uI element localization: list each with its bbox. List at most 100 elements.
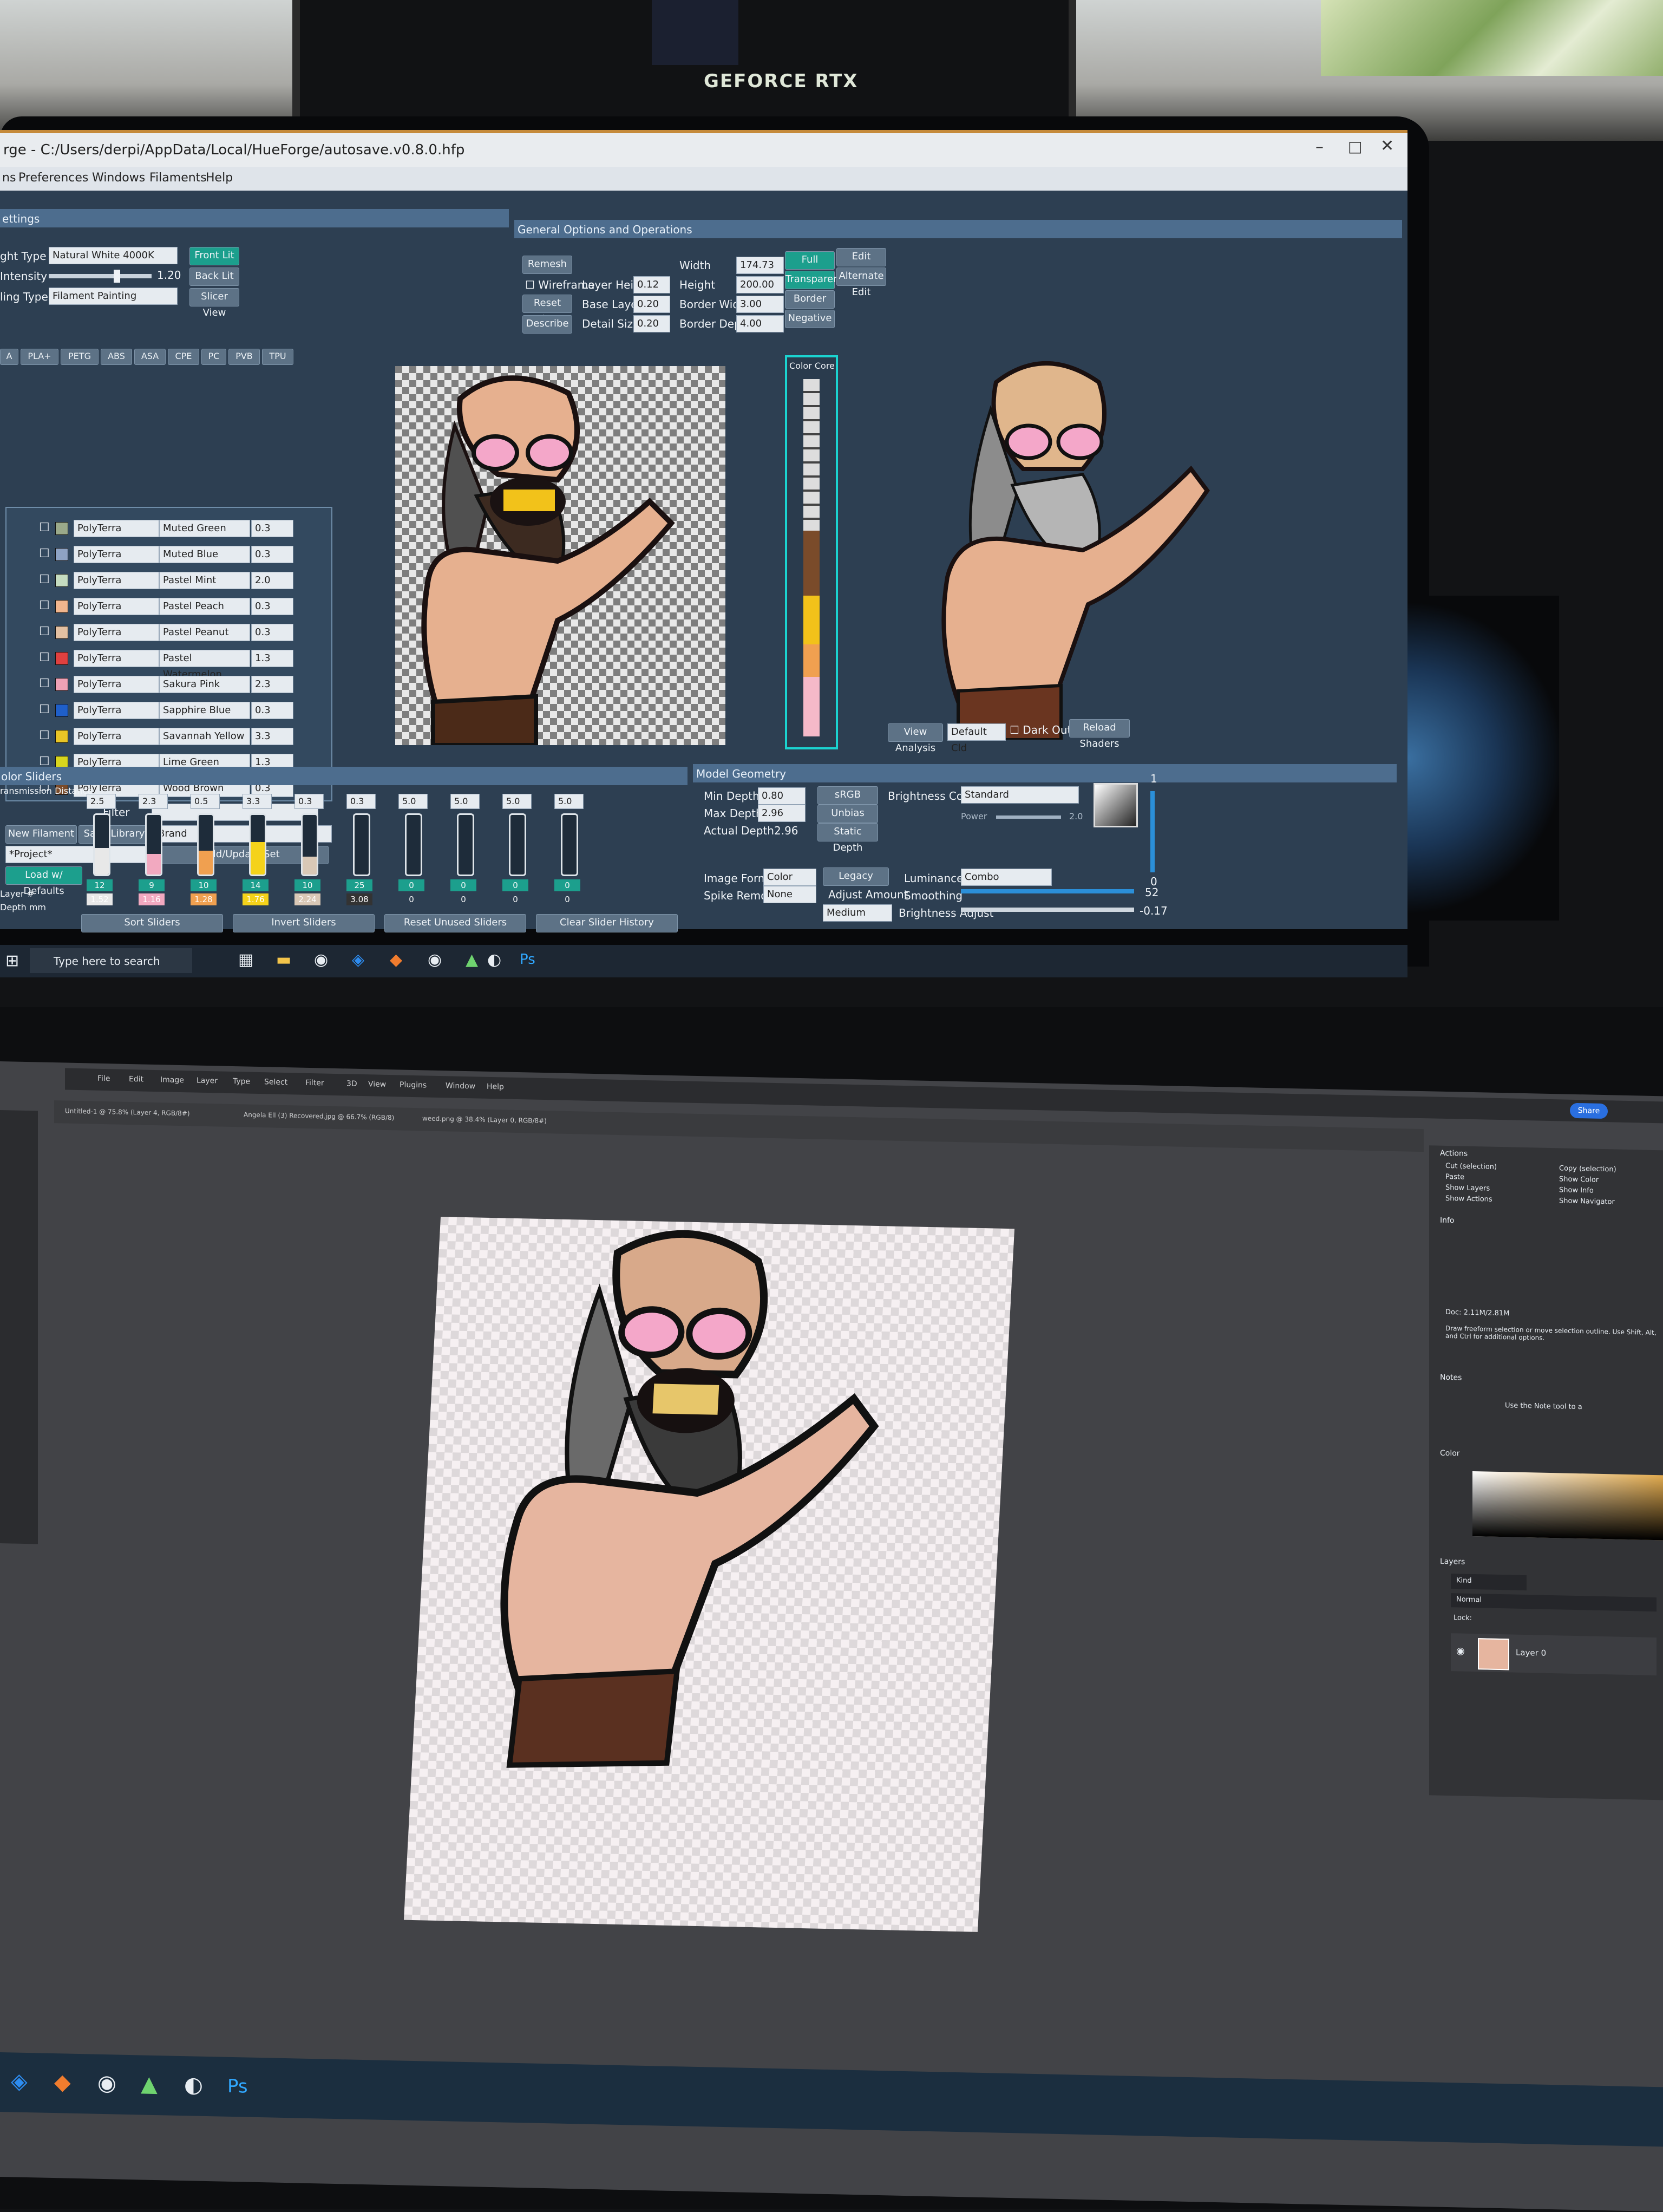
color-slider[interactable]: 5.0 0 0	[549, 794, 587, 918]
ps-menu-item[interactable]: Select	[264, 1078, 287, 1087]
brightness-comp-select[interactable]: Standard	[961, 786, 1079, 804]
steam-icon[interactable]: ◐	[487, 950, 501, 969]
action-show-color[interactable]: Show Color	[1559, 1175, 1599, 1184]
ps-menu-item[interactable]: Edit	[129, 1075, 143, 1084]
file-explorer-icon[interactable]: ▬	[276, 950, 291, 969]
slider-track[interactable]	[509, 813, 526, 876]
light-type-select[interactable]: Natural White 4000K	[49, 247, 178, 264]
slider-track[interactable]	[405, 813, 422, 876]
filament-row[interactable]: ☐ PolyTerra Sapphire Blue 0.3	[39, 700, 320, 721]
material-tab[interactable]: ABS	[101, 349, 132, 365]
gradient-swatch[interactable]	[1094, 783, 1138, 827]
front-lit-button[interactable]: Front Lit	[189, 247, 239, 265]
filament-row[interactable]: ☐ PolyTerra Pastel Peanut 0.3	[39, 622, 320, 643]
min-depth-input[interactable]: 0.80	[758, 787, 806, 805]
filament-td[interactable]: 3.3	[251, 728, 293, 745]
menu-filaments[interactable]: Filaments	[149, 171, 207, 185]
steam-icon-2[interactable]: ◐	[184, 2072, 203, 2098]
slider-track[interactable]	[457, 813, 474, 876]
action-copy[interactable]: Copy (selection)	[1559, 1164, 1616, 1173]
color-core[interactable]: Color Core	[785, 355, 838, 749]
color-slider[interactable]: 2.3 9 1.16	[133, 794, 171, 918]
filament-row[interactable]: ☐ PolyTerra Pastel Watermelon 1.3	[39, 648, 320, 680]
chrome-icon[interactable]: ◉	[314, 950, 328, 969]
slider-td-value[interactable]: 0.5	[191, 794, 220, 809]
spike-removal-select[interactable]: None	[763, 886, 816, 903]
action-show-layers[interactable]: Show Layers	[1445, 1184, 1490, 1193]
material-tab[interactable]: A	[0, 349, 18, 365]
height-input[interactable]: 200.00	[736, 276, 784, 293]
filament-row[interactable]: ☐ PolyTerra Pastel Mint 2.0	[39, 570, 320, 591]
slider-track[interactable]	[561, 813, 578, 876]
material-tab[interactable]: PVB	[228, 349, 260, 365]
reset-unused-sliders-button[interactable]: Reset Unused Sliders	[384, 914, 526, 932]
hueforge-taskbar-icon[interactable]: ◆	[390, 950, 402, 969]
ps-menu-item[interactable]: Plugins	[400, 1080, 427, 1089]
border-button[interactable]: Border	[785, 290, 835, 309]
edit-image-button[interactable]: Edit Image	[836, 248, 886, 278]
filament-checkbox[interactable]: ☐	[39, 651, 50, 664]
color-slider[interactable]: 0.5 10 1.28	[185, 794, 223, 918]
color-slider[interactable]: 5.0 0 0	[393, 794, 431, 918]
action-cut[interactable]: Cut (selection)	[1445, 1162, 1497, 1171]
back-lit-button[interactable]: Back Lit	[189, 267, 239, 286]
color-slider[interactable]: 3.3 14 1.76	[237, 794, 275, 918]
ps-menu-item[interactable]: Help	[487, 1082, 504, 1092]
menu-item[interactable]: ns	[2, 171, 16, 185]
border-depth-input[interactable]: 4.00	[736, 315, 784, 332]
blend-mode-select[interactable]: Normal	[1451, 1593, 1657, 1612]
color-slider[interactable]: 0.3 10 2.24	[289, 794, 327, 918]
material-tab[interactable]: ASA	[134, 349, 166, 365]
color-slider[interactable]: 5.0 0 0	[497, 794, 535, 918]
slider-td-value[interactable]: 3.3	[243, 794, 272, 809]
default-cld-select[interactable]: Default Cld	[947, 723, 1006, 754]
ps-menu-item[interactable]: Type	[233, 1077, 250, 1086]
photoshop-icon[interactable]: Ps	[227, 2076, 248, 2098]
reset-view-button[interactable]: Reset View	[522, 295, 572, 325]
close-icon[interactable]: ✕	[1380, 136, 1394, 155]
legacy-button[interactable]: Legacy	[823, 867, 889, 886]
slider-td-value[interactable]: 5.0	[450, 794, 480, 809]
app-icon-3[interactable]: ◈	[11, 2069, 28, 2094]
load-defaults-button[interactable]: Load w/ Defaults	[5, 866, 82, 897]
color-slider[interactable]: 0.3 25 3.08	[341, 794, 379, 918]
filament-checkbox[interactable]: ☐	[39, 677, 50, 690]
action-show-info[interactable]: Show Info	[1559, 1186, 1594, 1195]
smoothing-slider[interactable]	[961, 889, 1134, 893]
ps-menu-item[interactable]: File	[97, 1074, 110, 1083]
detail-size-input[interactable]: 0.20	[633, 315, 670, 332]
ps-canvas[interactable]	[403, 1217, 1015, 1932]
max-depth-input[interactable]: 2.96	[758, 805, 806, 822]
material-tab[interactable]: PC	[201, 349, 226, 365]
filament-td[interactable]: 2.3	[251, 676, 293, 693]
slider-td-value[interactable]: 5.0	[398, 794, 428, 809]
filament-row[interactable]: ☐ PolyTerra Sakura Pink 2.3	[39, 674, 320, 695]
new-filament-button[interactable]: New Filament	[5, 825, 77, 844]
photoshop-taskbar-icon[interactable]: Ps	[520, 951, 535, 968]
menu-help[interactable]: Help	[206, 171, 233, 185]
maximize-icon[interactable]: □	[1348, 138, 1362, 155]
luminance-select[interactable]: Combo	[961, 869, 1052, 886]
share-button[interactable]: Share	[1570, 1102, 1608, 1119]
action-paste[interactable]: Paste	[1445, 1173, 1464, 1182]
layer-row[interactable]: ◉ Layer 0	[1451, 1633, 1657, 1676]
describe-button[interactable]: Describe	[522, 315, 572, 334]
filling-type-select[interactable]: Filament Painting	[49, 288, 178, 305]
slicer-view-button[interactable]: Slicer View	[189, 288, 239, 318]
slider-track[interactable]	[145, 813, 162, 876]
filament-checkbox[interactable]: ☐	[39, 573, 50, 586]
filament-td[interactable]: 2.0	[251, 572, 293, 589]
chrome-icon-3[interactable]: ◉	[97, 2071, 116, 2096]
app-icon-4[interactable]: ▲	[141, 2071, 158, 2097]
ps-document-tab[interactable]: weed.png @ 38.4% (Layer 0, RGB/8#)	[422, 1114, 547, 1125]
filament-checkbox[interactable]: ☐	[39, 729, 50, 742]
filament-row[interactable]: ☐ PolyTerra Pastel Peach 0.3	[39, 596, 320, 617]
filament-row[interactable]: ☐ PolyTerra Muted Blue 0.3	[39, 544, 320, 565]
slider-track[interactable]	[353, 813, 370, 876]
color-slider[interactable]: 5.0 0 0	[445, 794, 483, 918]
minimize-icon[interactable]: –	[1315, 138, 1324, 156]
action-show-actions[interactable]: Show Actions	[1445, 1195, 1492, 1204]
transparent-button[interactable]: Transparent	[785, 271, 843, 289]
model-3d-preview[interactable]	[866, 350, 1397, 741]
chrome-icon-2[interactable]: ◉	[428, 950, 442, 969]
